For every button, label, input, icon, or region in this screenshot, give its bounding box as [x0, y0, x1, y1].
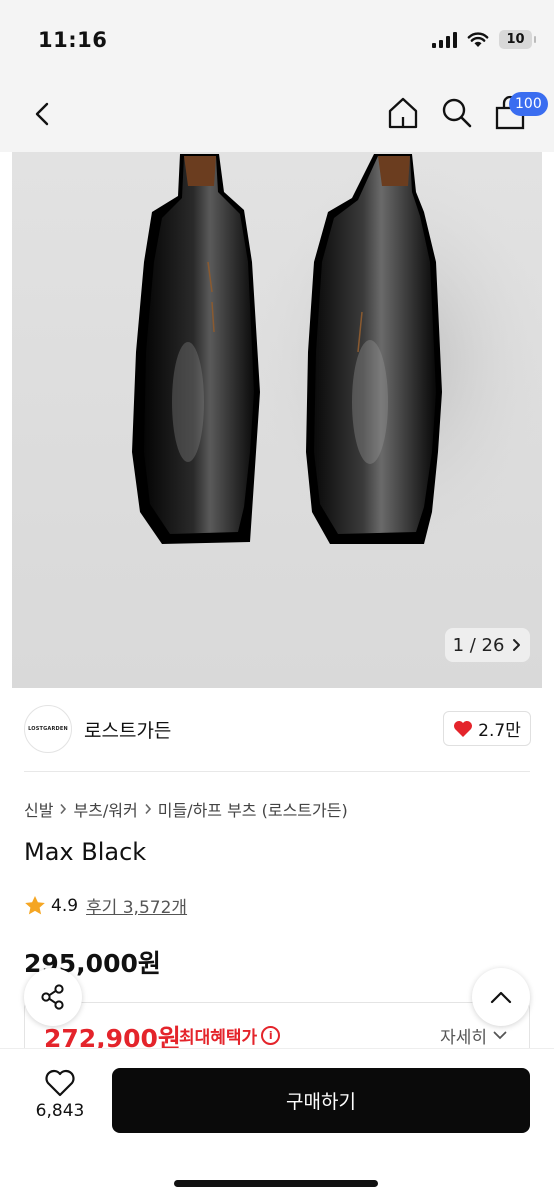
brand-logo[interactable]: LOSTGARDEN — [24, 705, 72, 753]
image-counter[interactable]: 1 / 26 — [445, 628, 530, 662]
breadcrumb-item-boots[interactable]: 부츠/워커 — [73, 797, 137, 821]
top-navigation — [0, 80, 554, 152]
brand-like-count: 2.7만 — [478, 721, 521, 741]
rating-row: 4.9 후기 3,572개 — [24, 893, 187, 918]
chevron-right-icon — [60, 803, 67, 815]
scroll-top-button[interactable] — [472, 968, 530, 1026]
chevron-down-icon — [493, 1031, 507, 1040]
max-benefit-text: 최대혜택가 — [179, 1028, 258, 1048]
rating-score: 4.9 — [51, 895, 79, 916]
chevron-right-icon — [513, 639, 521, 651]
wishlist-count: 6,843 — [35, 1101, 85, 1121]
image-counter-text: 1 / 26 — [452, 634, 505, 656]
cart-count-badge: 100 — [509, 92, 548, 116]
info-icon[interactable]: i — [261, 1026, 281, 1045]
wifi-icon — [467, 31, 489, 47]
home-indicator — [174, 1180, 378, 1187]
boots-illustration — [132, 154, 542, 562]
product-title: Max Black — [24, 838, 147, 866]
share-icon — [41, 984, 64, 1010]
wishlist-button[interactable]: 6,843 — [24, 1069, 96, 1133]
divider — [24, 771, 530, 772]
max-benefit-label: 최대혜택가 i — [179, 1023, 281, 1048]
details-toggle-label: 자세히 — [440, 1028, 487, 1048]
star-icon — [25, 896, 45, 915]
battery-indicator: 10 — [499, 30, 536, 49]
status-icons: 10 — [432, 30, 536, 49]
heart-outline-icon — [45, 1069, 75, 1097]
brand-row[interactable]: LOSTGARDEN 로스트가든 2.7만 — [0, 688, 554, 772]
breadcrumb-item-shoes[interactable]: 신발 — [24, 797, 53, 821]
status-time: 11:16 — [38, 28, 108, 52]
product-image[interactable] — [12, 152, 542, 688]
review-count-link[interactable]: 후기 3,572개 — [86, 893, 187, 918]
breadcrumb: 신발 부츠/워커 미들/하프 부츠 (로스트가든) — [24, 797, 348, 821]
search-icon[interactable] — [438, 94, 476, 132]
details-toggle[interactable]: 자세히 — [440, 1023, 507, 1048]
status-bar: 11:16 10 — [0, 0, 554, 80]
home-icon[interactable] — [384, 94, 422, 132]
bottom-action-bar: 6,843 구매하기 — [0, 1048, 554, 1200]
chevron-left-icon[interactable] — [26, 96, 62, 132]
breadcrumb-item-middle-boots[interactable]: 미들/하프 부츠 (로스트가든) — [158, 797, 348, 821]
brand-name[interactable]: 로스트가든 — [84, 716, 171, 743]
signal-icon — [432, 31, 457, 48]
share-button[interactable] — [24, 968, 82, 1026]
brand-like-button[interactable]: 2.7만 — [443, 711, 531, 746]
chevron-right-icon — [145, 803, 151, 815]
buy-button[interactable]: 구매하기 — [112, 1068, 530, 1133]
chevron-up-icon — [490, 991, 512, 1004]
heart-filled-icon — [454, 720, 473, 737]
